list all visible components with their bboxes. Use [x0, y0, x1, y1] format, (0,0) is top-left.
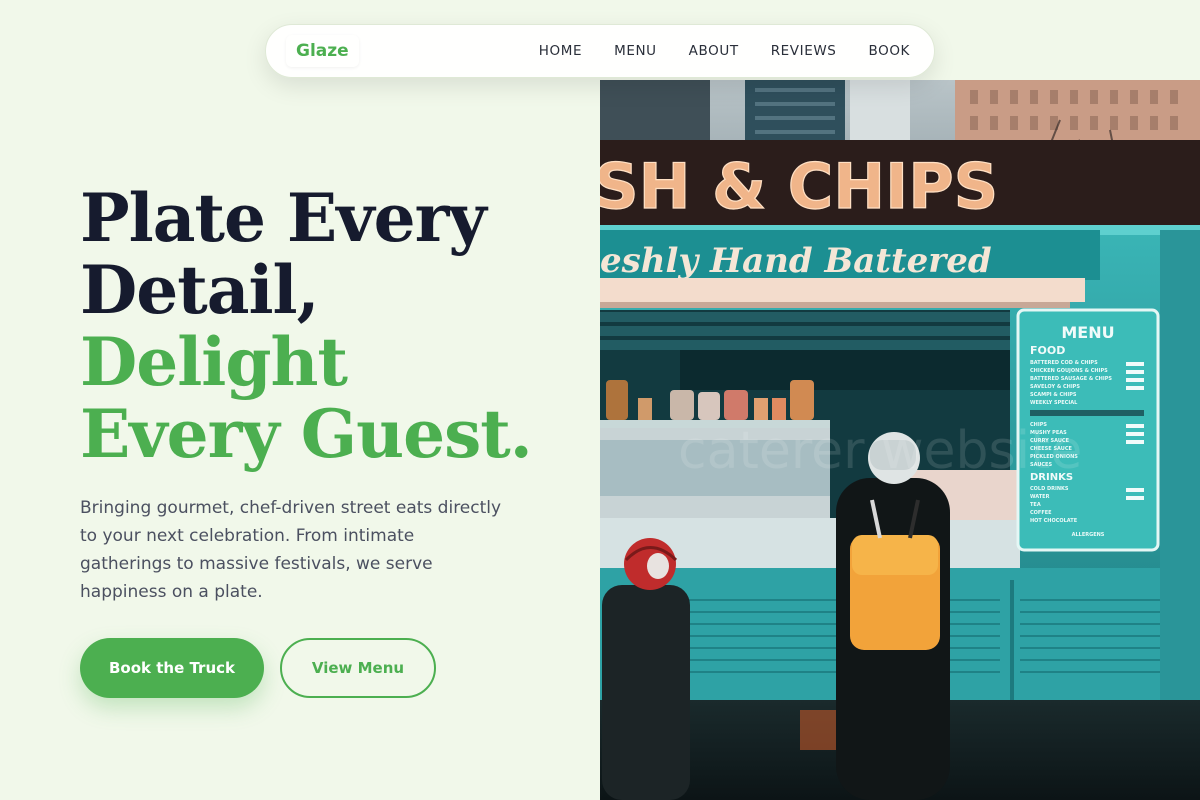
book-truck-button[interactable]: Book the Truck: [80, 638, 264, 698]
brand-logo[interactable]: Glaze: [286, 35, 359, 67]
nav-links: HOME MENU ABOUT REVIEWS BOOK: [539, 43, 910, 59]
menu-drink-item: COFFEE: [1030, 510, 1052, 516]
headline-line-1: Plate Every: [80, 179, 487, 257]
headline-line-4: Every Guest.: [80, 395, 533, 473]
menu-board-food: FOOD: [1030, 344, 1065, 357]
menu-drink-item: TEA: [1030, 502, 1041, 508]
image-watermark: caterer website: [678, 421, 1082, 481]
banner-hand-battered: eshly Hand Battered: [600, 241, 992, 281]
menu-board-allergens: ALLERGENS: [1072, 532, 1105, 538]
menu-drink-item: COLD DRINKS: [1030, 486, 1069, 492]
menu-food-item: SCAMPI & CHIPS: [1030, 392, 1077, 398]
nav-link-menu[interactable]: MENU: [614, 43, 657, 59]
nav-link-reviews[interactable]: REVIEWS: [771, 43, 837, 59]
menu-food-item: SAVELOY & CHIPS: [1030, 384, 1080, 390]
sign-fish-chips: SH & CHIPS: [600, 150, 998, 223]
menu-food-item: WEEKLY SPECIAL: [1030, 400, 1078, 406]
headline-line-3: Delight: [80, 323, 348, 401]
menu-food-item: CHICKEN GOUJONS & CHIPS: [1030, 368, 1108, 374]
top-navbar: Glaze HOME MENU ABOUT REVIEWS BOOK: [265, 24, 935, 78]
menu-board-title: MENU: [1061, 323, 1114, 342]
hero-headline: Plate Every Detail, Delight Every Guest.: [80, 179, 533, 473]
nav-link-book[interactable]: BOOK: [868, 43, 910, 59]
hero-description: Bringing gourmet, chef-driven street eat…: [80, 498, 502, 602]
hero-image-food-truck: SH & CHIPS eshly Hand Battered MENU FOOD…: [600, 80, 1200, 800]
view-menu-button[interactable]: View Menu: [280, 638, 436, 698]
nav-link-about[interactable]: ABOUT: [689, 43, 739, 59]
menu-drink-item: HOT CHOCOLATE: [1030, 518, 1078, 524]
menu-food-item: BATTERED SAUSAGE & CHIPS: [1030, 376, 1112, 382]
nav-link-home[interactable]: HOME: [539, 43, 582, 59]
headline-line-2: Detail,: [80, 251, 320, 329]
menu-food-item: BATTERED COD & CHIPS: [1030, 360, 1098, 366]
menu-drink-item: WATER: [1030, 494, 1050, 500]
